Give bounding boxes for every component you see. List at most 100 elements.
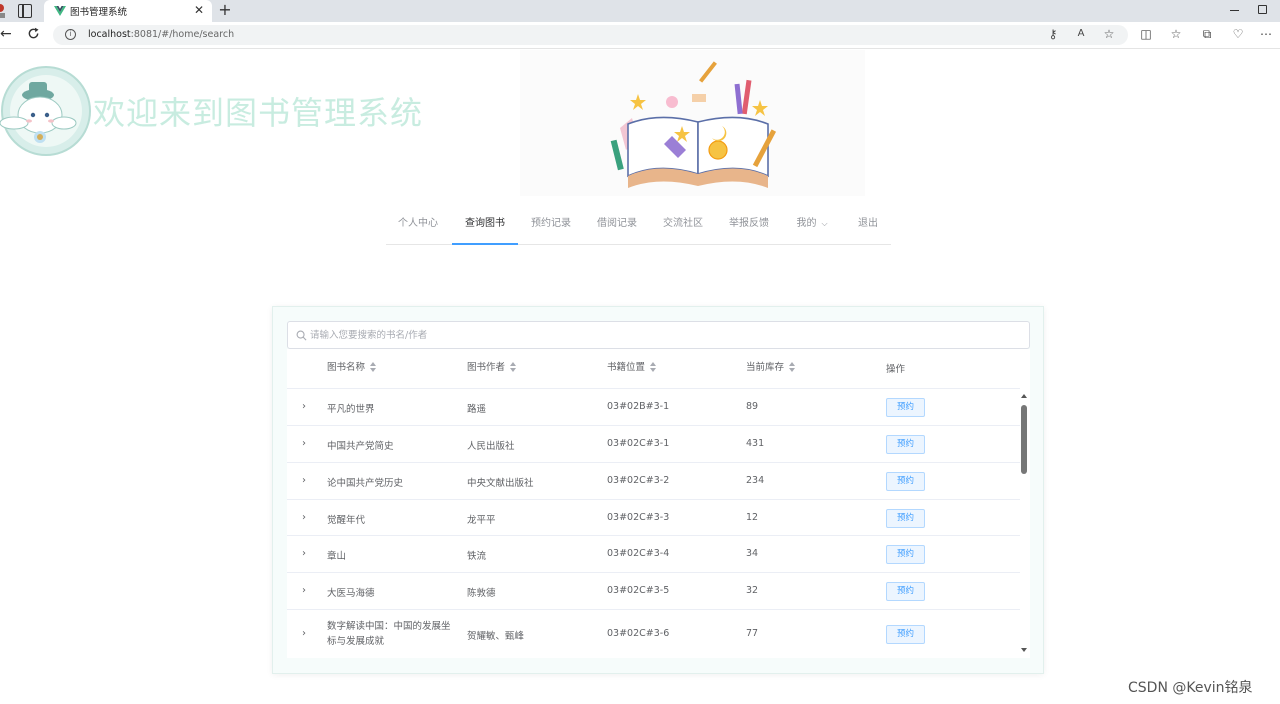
book-name: 中国共产党简史 [327,441,394,452]
book-location: 03#02C#3-1 [607,438,670,449]
table-scrollbar[interactable] [1021,405,1027,474]
books-table: 图书名称 图书作者 书籍位置 当前库存 操作 › 平凡的世界 路遥 03#02B… [287,349,1030,658]
chevron-down-icon: ⌵ [821,219,828,228]
sort-icon[interactable] [650,361,657,372]
reserve-button[interactable]: 预约 [886,398,925,417]
book-name: 觉醒年代 [327,515,366,526]
back-icon[interactable]: ← [0,26,12,42]
search-icon [296,330,307,341]
book-author: 贺耀敏、甄峰 [467,631,525,642]
book-author: 铁流 [467,551,487,562]
favorite-star-icon[interactable]: ☆ [1102,27,1116,41]
column-label: 当前库存 [746,362,785,373]
table-body: › 平凡的世界 路遥 03#02B#3-1 89 预约 › 中国共产党简史 人民… [287,389,1020,658]
book-location: 03#02B#3-1 [607,401,670,412]
table-row: › 数字解读中国：中国的发展坐标与发展成就 贺耀敏、甄峰 03#02C#3-6 … [287,610,1020,658]
column-stock[interactable]: 当前库存 [746,349,796,389]
table-row: › 中国共产党简史 人民出版社 03#02C#3-1 431 预约 [287,426,1020,463]
book-stock: 89 [746,401,759,412]
more-options-icon[interactable]: ⋯ [1259,27,1273,41]
welcome-title: 欢迎来到图书管理系统 [93,94,424,132]
minimize-icon[interactable] [1230,10,1239,12]
vue-logo-icon [54,6,66,16]
book-location: 03#02C#3-2 [607,475,670,486]
new-tab-icon[interactable]: + [217,1,233,19]
menu-item-mine[interactable]: 我的 ⌵ [782,205,842,245]
book-name: 章山 [327,551,347,562]
book-name: 大医马海德 [327,588,375,599]
book-author: 人民出版社 [467,441,515,452]
url-field[interactable]: i localhost:8081/#/home/search [53,25,1128,45]
expand-row-icon[interactable]: › [302,585,306,596]
expand-row-icon[interactable]: › [302,475,306,486]
maximize-icon[interactable] [1258,5,1267,14]
expand-row-icon[interactable]: › [302,628,306,639]
search-box [287,321,1030,349]
address-bar: ← i localhost:8081/#/home/search ⚷ A ☆ ◫… [0,22,1280,49]
reserve-button[interactable]: 预约 [886,472,925,491]
sort-icon[interactable] [789,361,796,372]
main-menu: 个人中心 查询图书 预约记录 借阅记录 交流社区 举报反馈 我的 ⌵ 退出 [386,205,891,245]
watermark: CSDN @Kevin铭泉 [1128,680,1253,696]
column-label: 书籍位置 [607,362,646,373]
menu-item-borrow-records[interactable]: 借阅记录 [584,205,650,245]
menu-item-feedback[interactable]: 举报反馈 [716,205,782,245]
scroll-down-icon[interactable] [1021,648,1027,652]
reload-icon[interactable] [27,27,40,40]
expand-row-icon[interactable]: › [302,438,306,449]
book-name: 论中国共产党历史 [327,478,404,489]
menu-item-profile[interactable]: 个人中心 [386,205,450,245]
book-stock: 32 [746,585,759,596]
book-stock: 431 [746,438,765,449]
search-input[interactable] [310,325,1010,345]
reserve-button[interactable]: 预约 [886,625,925,644]
collections-icon[interactable]: ⧉ [1200,27,1214,41]
column-label: 图书名称 [327,362,366,373]
scroll-up-icon[interactable] [1021,394,1027,398]
book-author: 陈敦德 [467,588,496,599]
expand-row-icon[interactable]: › [302,512,306,523]
key-icon[interactable]: ⚷ [1046,27,1060,41]
cinnamoroll-logo [0,66,91,156]
column-book-name[interactable]: 图书名称 [327,349,377,389]
book-author: 中央文献出版社 [467,478,534,489]
sort-icon[interactable] [510,361,517,372]
split-screen-icon[interactable]: ◫ [1139,27,1153,41]
book-stock: 234 [746,475,765,486]
book-location: 03#02C#3-5 [607,585,670,596]
table-row: › 章山 铁流 03#02C#3-4 34 预约 [287,536,1020,573]
browser-tab[interactable]: 图书管理系统 ✕ [44,0,212,22]
reserve-button[interactable]: 预约 [886,582,925,601]
profile-icon[interactable] [0,2,8,20]
browser-tab-bar: 图书管理系统 ✕ + [0,0,1280,22]
column-location[interactable]: 书籍位置 [607,349,657,389]
book-location: 03#02C#3-4 [607,548,670,559]
reserve-button[interactable]: 预约 [886,509,925,528]
reserve-button[interactable]: 预约 [886,435,925,454]
close-tab-icon[interactable]: ✕ [194,3,204,17]
url-text[interactable]: localhost:8081/#/home/search [88,29,234,40]
menu-item-mine-label: 我的 [796,218,817,229]
menu-item-search-books[interactable]: 查询图书 [452,205,518,245]
menu-item-logout[interactable]: 退出 [844,205,892,245]
book-name: 平凡的世界 [327,404,375,415]
sort-icon[interactable] [370,361,377,372]
book-name: 数字解读中国：中国的发展坐标与发展成就 [327,621,451,647]
browser-essentials-icon[interactable]: ♡ [1231,27,1245,41]
menu-item-reservations[interactable]: 预约记录 [518,205,584,245]
expand-row-icon[interactable]: › [302,401,306,412]
column-author[interactable]: 图书作者 [467,349,517,389]
book-stock: 34 [746,548,759,559]
favorites-icon[interactable]: ☆ [1169,27,1183,41]
book-stock: 77 [746,628,759,639]
book-stock: 12 [746,512,759,523]
book-author: 路遥 [467,404,487,415]
menu-item-community[interactable]: 交流社区 [650,205,716,245]
reserve-button[interactable]: 预约 [886,545,925,564]
site-info-icon[interactable]: i [65,29,76,40]
book-author: 龙平平 [467,515,496,526]
expand-row-icon[interactable]: › [302,548,306,559]
column-actions: 操作 [886,364,906,375]
tab-actions-icon[interactable] [18,4,32,18]
read-aloud-icon[interactable]: A [1074,27,1088,41]
